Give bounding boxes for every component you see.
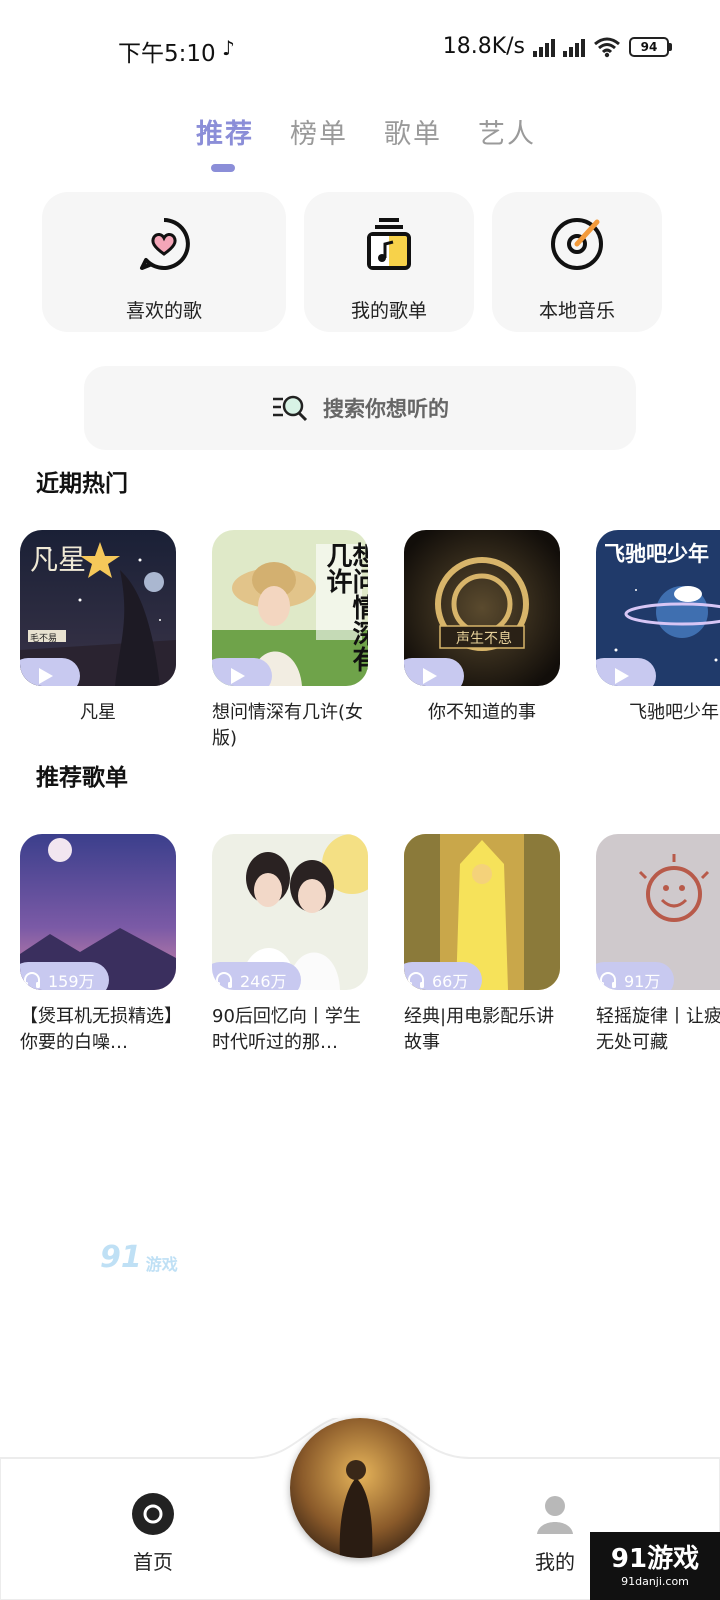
tiktok-icon: ♪ [222,36,235,60]
song-title: 凡星 [80,702,116,723]
watermark-logo: 91 游戏 [100,1240,178,1275]
play-button[interactable] [404,658,464,686]
nav-home-label: 首页 [133,1550,173,1574]
tab-indicator [211,164,235,172]
play-button[interactable] [212,658,272,686]
my-playlists-label: 我的歌单 [350,300,427,322]
song-card[interactable]: 声生不息 你不知道的事 [404,530,560,726]
corner-watermark: 91游戏 91danji.com [590,1532,720,1600]
status-indicators: 18.8K/s 94 [443,34,672,59]
song-card[interactable]: 飞驰吧少年 飞驰吧少年 [596,530,720,726]
tab-playlists[interactable]: 歌单 [384,112,442,151]
network-speed: 18.8K/s [442,34,525,59]
headphones-icon [408,972,424,988]
search-placeholder: 搜索你想听的 [323,397,449,421]
song-cover: 想问情深有几许 [212,530,368,686]
recommended-playlists-list: 159万 【煲耳机无损精选】你要的白噪… 246万 90后回忆向丨学生时代听过的… [0,834,720,1074]
status-time: 下午5:10 [118,41,216,67]
disc-icon [551,218,603,270]
play-count: 91万 [624,972,661,990]
corner-watermark-site: 91danji.com [621,1575,689,1588]
play-count-badge: 159万 [20,962,109,990]
nav-me[interactable]: 我的 [510,1492,600,1575]
playlist-cover: 91万 [596,834,720,990]
song-card[interactable]: 凡星 毛不易 凡星 [20,530,176,726]
watermark-number: 91 [100,1240,142,1275]
favorite-songs-button[interactable]: 喜欢的歌 [42,192,286,332]
nav-home[interactable]: 首页 [108,1492,198,1575]
playlist-title: 【煲耳机无损精选】你要的白噪… [20,1006,173,1053]
battery-icon: 94 [629,36,672,57]
headphones-icon [24,972,40,988]
recent-hot-list: 凡星 毛不易 凡星 想问情深有几许 想问情深有几许(女版) 声生不息 你不知道的… [0,530,720,770]
play-icon [231,668,245,684]
headphones-icon [600,972,616,988]
my-playlists-button[interactable]: 我的歌单 [304,192,474,332]
play-icon [423,668,437,684]
song-cover: 飞驰吧少年 [596,530,720,686]
local-music-button[interactable]: 本地音乐 [492,192,662,332]
playlist-card[interactable]: 91万 轻摇旋律丨让疲惫无处可藏 [596,834,720,1056]
playlist-card[interactable]: 66万 经典|用电影配乐讲故事 [404,834,560,1056]
nav-me-label: 我的 [535,1550,575,1574]
playlist-card[interactable]: 246万 90后回忆向丨学生时代听过的那… [212,834,368,1056]
now-playing-disc[interactable] [290,1418,430,1558]
play-count: 66万 [432,972,469,990]
quick-actions: 喜欢的歌 我的歌单 本地音乐 [42,192,678,332]
song-card[interactable]: 想问情深有几许 想问情深有几许(女版) [212,530,368,752]
heart-chat-icon [140,218,190,270]
cover-title-text: 声生不息 [456,631,512,647]
playlist-title: 90后回忆向丨学生时代听过的那… [212,1006,361,1053]
signal-icon [533,37,555,57]
play-count-badge: 66万 [404,962,483,990]
cover-title-text: 飞驰吧少年 [604,542,709,566]
playlist-icon [367,218,411,270]
signal-hd-icon [563,37,585,57]
search-icon [273,395,308,422]
play-count: 246万 [240,972,287,990]
recommended-playlists-title: 推荐歌单 [36,765,128,791]
playlist-cover: 159万 [20,834,176,990]
song-title: 想问情深有几许(女版) [212,702,364,749]
play-icon [615,668,629,684]
tab-artists[interactable]: 艺人 [478,112,536,151]
watermark-text: 游戏 [145,1255,178,1274]
tab-recommend[interactable]: 推荐 [196,112,254,151]
status-bar: 下午5:10 ♪ 18.8K/s 94 [0,0,720,100]
song-cover: 凡星 毛不易 [20,530,176,686]
song-cover: 声生不息 [404,530,560,686]
cover-artist-text: 毛不易 [30,634,58,644]
play-icon [39,668,53,684]
headphones-icon [216,972,232,988]
recent-hot-title: 近期热门 [36,471,128,497]
corner-watermark-title: 91游戏 [610,1544,700,1574]
play-button[interactable] [596,658,656,686]
play-count-badge: 91万 [596,962,675,990]
home-disc-icon [132,1493,174,1535]
wifi-icon [594,37,620,57]
song-title: 飞驰吧少年 [629,702,719,723]
play-count-badge: 246万 [212,962,301,990]
playlist-cover: 66万 [404,834,560,990]
playlist-card[interactable]: 159万 【煲耳机无损精选】你要的白噪… [20,834,176,1056]
battery-level: 94 [629,36,669,57]
play-button[interactable] [20,658,80,686]
playlist-cover: 246万 [212,834,368,990]
playlist-title: 经典|用电影配乐讲故事 [404,1006,555,1053]
search-bar[interactable]: 搜索你想听的 [84,366,636,450]
song-title: 你不知道的事 [428,702,536,723]
local-music-label: 本地音乐 [538,300,615,322]
top-tabs: 推荐 榜单 歌单 艺人 [196,112,536,151]
user-icon [537,1496,573,1534]
tab-charts[interactable]: 榜单 [290,112,348,151]
play-count: 159万 [48,972,95,990]
playlist-title: 轻摇旋律丨让疲惫无处可藏 [596,1006,720,1053]
cover-title-text: 想问情深有几许 [322,542,368,672]
favorite-songs-label: 喜欢的歌 [125,300,202,322]
cover-title-text: 凡星 [30,543,87,576]
